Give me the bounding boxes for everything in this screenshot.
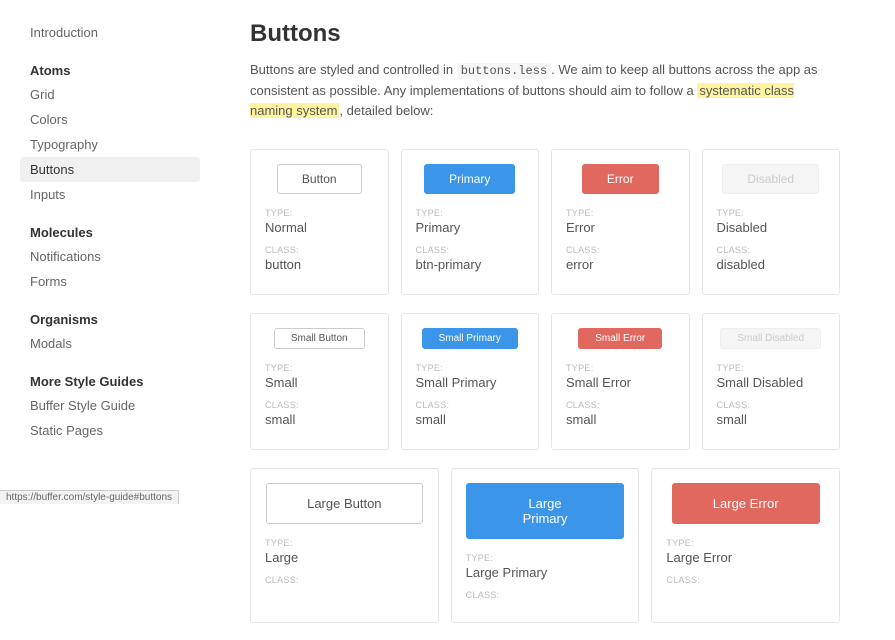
class-value: small xyxy=(717,412,826,427)
sidebar-item-modals[interactable]: Modals xyxy=(20,331,200,356)
class-label: CLASS: xyxy=(466,590,625,600)
type-value: Disabled xyxy=(717,220,826,235)
class-label: CLASS: xyxy=(566,245,675,255)
type-label: TYPE: xyxy=(717,363,826,373)
class-value: small xyxy=(265,412,374,427)
type-label: TYPE: xyxy=(566,208,675,218)
main-content: Buttons Buttons are styled and controlle… xyxy=(200,0,880,640)
example-button[interactable]: Error xyxy=(582,164,659,194)
sidebar-item-grid[interactable]: Grid xyxy=(20,82,200,107)
button-card: Large Primary TYPE: Large Primary CLASS: xyxy=(451,468,640,623)
button-row-large: Large ButtonTYPE:LargeCLASS:Large Primar… xyxy=(250,468,840,623)
button-card: Small Error TYPE: Small Error CLASS: small xyxy=(551,313,690,450)
type-label: TYPE: xyxy=(416,208,525,218)
class-value: small xyxy=(416,412,525,427)
type-value: Small Primary xyxy=(416,375,525,390)
button-card: Primary TYPE: Primary CLASS: btn-primary xyxy=(401,149,540,295)
sidebar-heading: More Style Guides xyxy=(20,374,200,389)
sidebar-heading: Atoms xyxy=(20,63,200,78)
sidebar-item-typography[interactable]: Typography xyxy=(20,132,200,157)
example-button[interactable]: Large Button xyxy=(266,483,422,524)
button-card: Button TYPE: Normal CLASS: button xyxy=(250,149,389,295)
type-label: TYPE: xyxy=(265,208,374,218)
class-label: CLASS: xyxy=(265,575,424,585)
button-card: Small Disabled TYPE: Small Disabled CLASS: s… xyxy=(702,313,841,450)
type-value: Large xyxy=(265,550,424,565)
example-button[interactable]: Button xyxy=(277,164,362,194)
button-card: Large Error TYPE: Large Error CLASS: xyxy=(651,468,840,623)
type-value: Error xyxy=(566,220,675,235)
intro-text: Buttons are styled and controlled in but… xyxy=(250,60,840,121)
type-value: Small xyxy=(265,375,374,390)
button-card: Large Button TYPE: Large CLASS: xyxy=(250,468,439,623)
button-card: Small Primary TYPE: Small Primary CLASS: sma… xyxy=(401,313,540,450)
sidebar-item-introduction[interactable]: Introduction xyxy=(20,20,200,45)
class-label: CLASS: xyxy=(666,575,825,585)
sidebar-heading: Organisms xyxy=(20,312,200,327)
sidebar: Introduction AtomsGridColorsTypographyBu… xyxy=(0,0,200,640)
type-label: TYPE: xyxy=(566,363,675,373)
type-value: Large Error xyxy=(666,550,825,565)
code-filename: buttons.less xyxy=(457,63,551,79)
type-label: TYPE: xyxy=(666,538,825,548)
sidebar-item-colors[interactable]: Colors xyxy=(20,107,200,132)
button-card: Disabled TYPE: Disabled CLASS: disabled xyxy=(702,149,841,295)
example-button[interactable]: Small Button xyxy=(274,328,365,349)
status-bar-url: https://buffer.com/style-guide#buttons xyxy=(0,490,179,504)
class-label: CLASS: xyxy=(566,400,675,410)
class-label: CLASS: xyxy=(265,400,374,410)
class-value: error xyxy=(566,257,675,272)
example-button[interactable]: Primary xyxy=(424,164,515,194)
button-row-small: Small ButtonTYPE:SmallCLASS:smallSmall P… xyxy=(250,313,840,450)
sidebar-item-buttons[interactable]: Buttons xyxy=(20,157,200,182)
class-label: CLASS: xyxy=(717,400,826,410)
button-card: Small Button TYPE: Small CLASS: small xyxy=(250,313,389,450)
type-value: Large Primary xyxy=(466,565,625,580)
sidebar-item-forms[interactable]: Forms xyxy=(20,269,200,294)
class-value: small xyxy=(566,412,675,427)
sidebar-item-static-pages[interactable]: Static Pages xyxy=(20,418,200,443)
type-label: TYPE: xyxy=(265,538,424,548)
type-value: Normal xyxy=(265,220,374,235)
class-label: CLASS: xyxy=(416,400,525,410)
sidebar-item-notifications[interactable]: Notifications xyxy=(20,244,200,269)
type-label: TYPE: xyxy=(466,553,625,563)
page-title: Buttons xyxy=(250,20,840,48)
class-label: CLASS: xyxy=(265,245,374,255)
example-button[interactable]: Large Error xyxy=(672,483,820,524)
class-label: CLASS: xyxy=(717,245,826,255)
class-value: button xyxy=(265,257,374,272)
button-card: Error TYPE: Error CLASS: error xyxy=(551,149,690,295)
example-button[interactable]: Disabled xyxy=(722,164,819,194)
sidebar-item-inputs[interactable]: Inputs xyxy=(20,182,200,207)
type-value: Primary xyxy=(416,220,525,235)
type-label: TYPE: xyxy=(717,208,826,218)
type-label: TYPE: xyxy=(416,363,525,373)
example-button[interactable]: Small Disabled xyxy=(720,328,821,349)
class-value: btn-primary xyxy=(416,257,525,272)
class-label: CLASS: xyxy=(416,245,525,255)
sidebar-heading: Molecules xyxy=(20,225,200,240)
type-value: Small Disabled xyxy=(717,375,826,390)
example-button[interactable]: Small Primary xyxy=(422,328,518,349)
class-value: disabled xyxy=(717,257,826,272)
type-label: TYPE: xyxy=(265,363,374,373)
example-button[interactable]: Large Primary xyxy=(466,483,625,539)
button-row-normal: Button TYPE: Normal CLASS: button Primary TYPE… xyxy=(250,149,840,295)
example-button[interactable]: Small Error xyxy=(578,328,662,349)
type-value: Small Error xyxy=(566,375,675,390)
sidebar-item-buffer-style-guide[interactable]: Buffer Style Guide xyxy=(20,393,200,418)
